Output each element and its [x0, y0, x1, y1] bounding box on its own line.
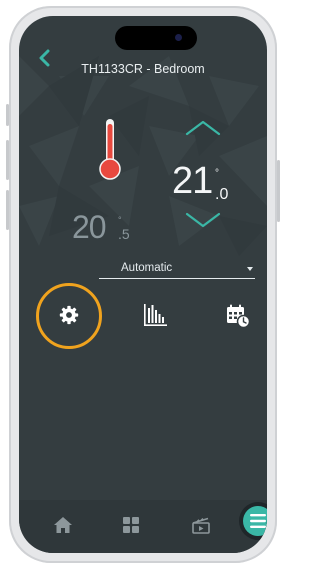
thermometer-icon	[99, 119, 121, 180]
chevron-down-icon[interactable]	[185, 212, 221, 228]
current-temperature: 20	[72, 209, 107, 245]
clapperboard-icon[interactable]	[191, 516, 211, 534]
menu-icon	[250, 514, 266, 528]
dropdown-arrow-icon	[247, 267, 253, 271]
phone-button	[6, 104, 9, 126]
setpoint-temperature: 21	[172, 160, 213, 202]
bar-chart-icon[interactable]	[143, 304, 167, 326]
current-decimal: .5	[118, 226, 130, 242]
gear-icon[interactable]	[59, 305, 79, 325]
phone-button	[6, 140, 9, 180]
phone-button	[6, 190, 9, 230]
menu-button[interactable]	[243, 506, 267, 536]
page-title: TH1133CR - Bedroom	[81, 62, 205, 76]
grid-icon[interactable]	[123, 517, 139, 533]
phone-button	[277, 160, 280, 222]
camera-dot	[175, 34, 182, 41]
app-screen: TH1133CR - Bedroom 21 ° .0 20 ° .5 Autom…	[19, 16, 267, 553]
chevron-up-icon[interactable]	[185, 120, 221, 136]
current-degree: °	[118, 215, 122, 225]
calendar-clock-icon[interactable]	[226, 304, 250, 328]
setpoint-decimal: .0	[215, 186, 229, 203]
mode-dropdown[interactable]: Automatic	[99, 262, 255, 279]
phone-notch	[115, 26, 197, 50]
setpoint-degree: °	[215, 168, 219, 179]
mode-selected-value: Automatic	[121, 262, 173, 274]
home-icon[interactable]	[53, 516, 73, 534]
background-pattern	[19, 56, 267, 256]
